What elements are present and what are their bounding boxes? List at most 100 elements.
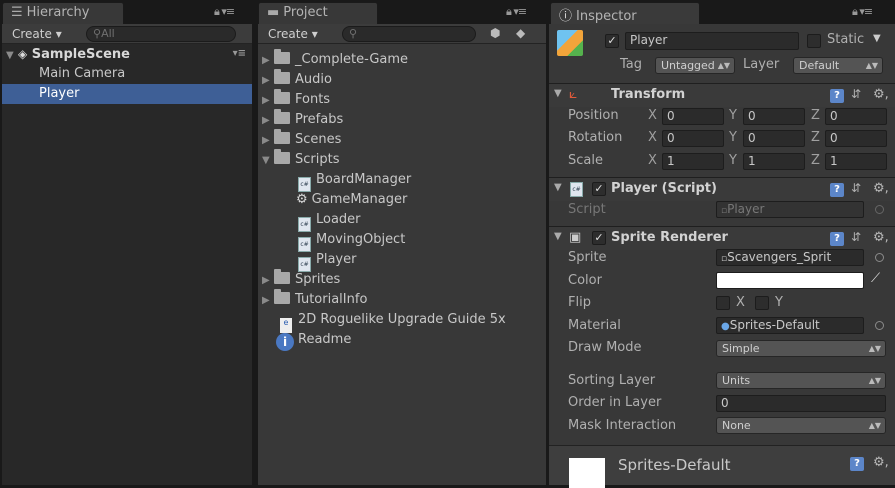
- material-field[interactable]: ●Sprites-Default: [716, 317, 864, 334]
- sprite-field[interactable]: ▫Scavengers_Sprit: [716, 249, 864, 266]
- scale-x-field[interactable]: 1: [662, 153, 724, 170]
- position-y-field[interactable]: 0: [743, 108, 805, 125]
- sorting-layer-dropdown[interactable]: Units ▲▼: [716, 372, 886, 389]
- rotation-x-field[interactable]: 0: [662, 130, 724, 147]
- color-swatch[interactable]: [716, 272, 864, 289]
- help-icon[interactable]: ?: [850, 457, 864, 471]
- project-item-gamemanager[interactable]: ⚙ GameManager: [296, 190, 407, 210]
- player-script-header[interactable]: ▼ c# ✓ Player (Script) ? ⇵ ⚙,: [549, 177, 895, 201]
- axis-x-label: X: [648, 153, 657, 168]
- draw-mode-label: Draw Mode: [568, 340, 642, 355]
- expand-arrow-icon[interactable]: ▼: [6, 46, 18, 66]
- preset-icon[interactable]: ⇵: [851, 181, 861, 195]
- gear-icon[interactable]: ⚙,: [873, 230, 889, 245]
- object-name-field[interactable]: Player: [625, 32, 799, 50]
- static-checkbox[interactable]: [807, 34, 821, 48]
- help-icon[interactable]: ?: [830, 183, 844, 197]
- filter-type-icon[interactable]: ⬢: [490, 26, 500, 40]
- expand-arrow-icon[interactable]: ▶: [262, 131, 274, 151]
- material-label: Material: [568, 318, 621, 333]
- foldout-arrow-icon[interactable]: ▼: [554, 182, 562, 193]
- layer-label: Layer: [743, 57, 780, 72]
- expand-arrow-icon[interactable]: ▶: [262, 111, 274, 131]
- hierarchy-item-main-camera[interactable]: Main Camera: [2, 64, 252, 84]
- gear-icon[interactable]: ⚙,: [873, 455, 889, 470]
- rotation-z-field[interactable]: 0: [825, 130, 887, 147]
- project-item-fonts[interactable]: ▶ Fonts: [262, 89, 330, 111]
- transform-axes-icon: ⟀: [569, 86, 578, 102]
- transform-header[interactable]: ▼ ⟀ Transform ? ⇵ ⚙,: [549, 83, 895, 107]
- component-enabled-checkbox[interactable]: ✓: [592, 231, 606, 245]
- hierarchy-create-button[interactable]: Create ▾: [6, 26, 68, 42]
- project-item-boardmanager[interactable]: c# BoardManager: [298, 170, 411, 192]
- expand-arrow-icon[interactable]: ▶: [262, 51, 274, 71]
- project-item-tutorialinfo[interactable]: ▶ TutorialInfo: [262, 289, 367, 311]
- lock-menu-icon[interactable]: 🔒︎ ▾≡: [214, 5, 235, 19]
- object-picker-icon: [875, 205, 884, 214]
- static-dropdown-icon[interactable]: ▼: [873, 33, 881, 44]
- draw-mode-dropdown[interactable]: Simple ▲▼: [716, 340, 886, 357]
- tab-hierarchy[interactable]: ☰ Hierarchy: [2, 2, 124, 24]
- folder-icon: [274, 109, 290, 124]
- tag-dropdown[interactable]: Untagged ▲▼: [655, 57, 735, 74]
- expand-arrow-icon[interactable]: ▶: [262, 271, 274, 291]
- project-search-input[interactable]: ⚲: [342, 26, 476, 42]
- layer-dropdown[interactable]: Default ▲▼: [793, 57, 883, 74]
- scene-row[interactable]: ▼ ◈ SampleScene ▾≡: [2, 44, 252, 64]
- help-icon[interactable]: ?: [830, 89, 844, 103]
- eyedropper-icon[interactable]: ⟋: [871, 271, 880, 286]
- lock-menu-icon[interactable]: 🔒︎ ▾≡: [506, 5, 527, 19]
- project-item-movingobject[interactable]: c# MovingObject: [298, 230, 405, 252]
- project-item-prefabs[interactable]: ▶ Prefabs: [262, 109, 343, 131]
- gear-icon[interactable]: ⚙,: [873, 87, 889, 102]
- rotation-label: Rotation: [568, 130, 623, 145]
- project-create-button[interactable]: Create ▾: [262, 26, 324, 42]
- hierarchy-search-input[interactable]: ⚲All: [86, 26, 236, 42]
- material-preview-name: Sprites-Default: [618, 456, 731, 474]
- hierarchy-toolbar: Create ▾ ⚲All: [2, 24, 252, 44]
- project-item-scenes[interactable]: ▶ Scenes: [262, 129, 341, 151]
- scale-z-field[interactable]: 1: [825, 153, 887, 170]
- hierarchy-item-player[interactable]: Player: [2, 84, 252, 104]
- component-enabled-checkbox[interactable]: ✓: [592, 182, 606, 196]
- preset-icon[interactable]: ⇵: [851, 230, 861, 244]
- gear-icon[interactable]: ⚙,: [873, 181, 889, 196]
- order-in-layer-field[interactable]: 0: [716, 395, 886, 412]
- tab-inspector[interactable]: ⓘ Inspector: [550, 2, 700, 24]
- sprite-renderer-header[interactable]: ▼ ▣ ✓ Sprite Renderer ? ⇵ ⚙,: [549, 226, 895, 250]
- object-picker-icon[interactable]: [875, 321, 884, 330]
- project-item-readme[interactable]: i Readme: [276, 330, 351, 351]
- project-item-complete-game[interactable]: ▶ _Complete-Game: [262, 49, 408, 71]
- project-item-sprites[interactable]: ▶ Sprites: [262, 269, 340, 291]
- flip-x-checkbox[interactable]: [716, 296, 730, 310]
- rotation-y-field[interactable]: 0: [743, 130, 805, 147]
- position-x-field[interactable]: 0: [662, 108, 724, 125]
- scale-y-field[interactable]: 1: [743, 153, 805, 170]
- expand-arrow-icon[interactable]: ▶: [262, 91, 274, 111]
- mask-interaction-dropdown[interactable]: None ▲▼: [716, 417, 886, 434]
- tab-project[interactable]: ▬ Project: [258, 2, 378, 24]
- active-checkbox[interactable]: ✓: [605, 34, 619, 48]
- material-sphere-icon: ●: [721, 321, 730, 332]
- project-item-audio[interactable]: ▶ Audio: [262, 69, 332, 91]
- project-item-scripts[interactable]: ▼ Scripts: [262, 149, 339, 171]
- expand-arrow-icon[interactable]: ▶: [262, 291, 274, 311]
- expand-arrow-icon[interactable]: ▶: [262, 71, 274, 91]
- project-panel: ▶ _Complete-Game ▶ Audio ▶ Fonts ▶ Prefabs ▶…: [258, 44, 546, 485]
- help-icon[interactable]: ?: [830, 232, 844, 246]
- flip-label: Flip: [568, 295, 591, 310]
- axis-y-label: Y: [729, 153, 737, 168]
- lock-menu-icon[interactable]: 🔒︎ ▾≡: [852, 5, 873, 19]
- foldout-arrow-icon[interactable]: ▼: [554, 88, 562, 99]
- flip-y-checkbox[interactable]: [755, 296, 769, 310]
- object-picker-icon[interactable]: [875, 253, 884, 262]
- collapse-arrow-icon[interactable]: ▼: [262, 151, 274, 171]
- filter-label-icon[interactable]: ◆: [516, 26, 525, 40]
- project-item-loader[interactable]: c# Loader: [298, 210, 361, 232]
- scene-menu-icon[interactable]: ▾≡: [233, 44, 246, 64]
- foldout-arrow-icon[interactable]: ▼: [554, 231, 562, 242]
- position-z-field[interactable]: 0: [825, 108, 887, 125]
- project-item-upgrade-guide[interactable]: e 2D Roguelike Upgrade Guide 5x: [280, 310, 506, 333]
- preset-icon[interactable]: ⇵: [851, 87, 861, 101]
- project-item-player[interactable]: c# Player: [298, 250, 356, 272]
